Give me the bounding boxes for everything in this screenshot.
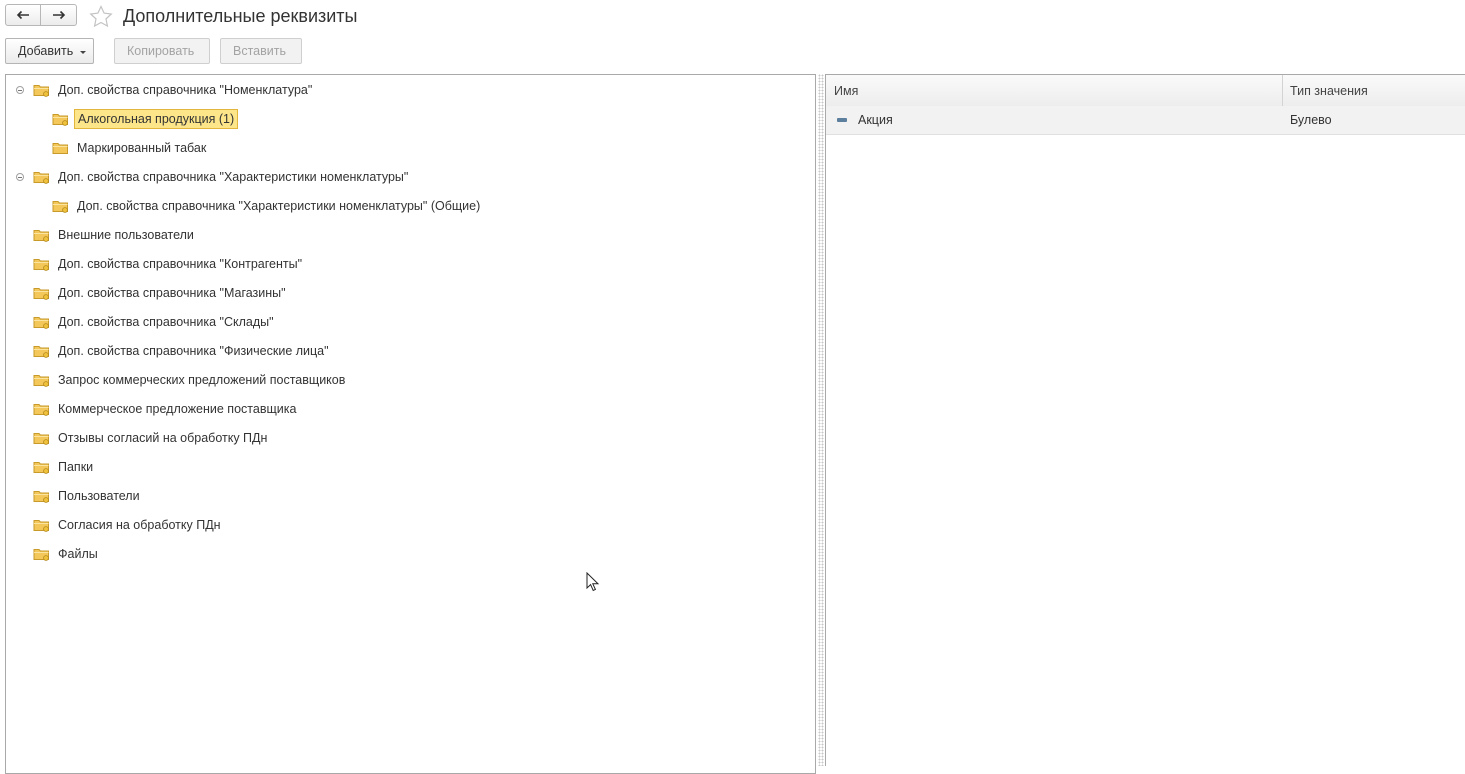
folder-icon <box>33 375 49 387</box>
tree-item[interactable]: Папки <box>33 456 93 478</box>
tree-item-label: Пользователи <box>58 489 140 503</box>
page-title: Дополнительные реквизиты <box>123 6 358 26</box>
tree-item-label: Запрос коммерческих предложений поставщи… <box>58 373 346 387</box>
copy-button-label: Копировать <box>127 44 195 58</box>
folder-icon <box>33 230 49 242</box>
arrow-left-icon <box>16 10 29 20</box>
tree-item-label: Доп. свойства справочника "Номенклатура" <box>58 83 313 97</box>
panel-splitter[interactable] <box>818 74 824 766</box>
tree-item-label: Маркированный табак <box>77 141 207 155</box>
folder-icon <box>33 549 49 561</box>
tree-item[interactable]: Отзывы согласий на обработку ПДн <box>33 427 267 449</box>
arrow-right-icon <box>52 10 65 20</box>
favorite-star-icon[interactable] <box>89 5 113 27</box>
tree-item[interactable]: Доп. свойства справочника "Номенклатура" <box>16 79 313 101</box>
tree-item[interactable]: Файлы <box>33 543 98 565</box>
navigation-buttons <box>5 4 77 28</box>
property-sets-tree[interactable]: Доп. свойства справочника "Номенклатура"… <box>5 74 816 774</box>
tree-item[interactable]: Доп. свойства справочника "Характеристик… <box>16 166 409 188</box>
folder-icon <box>33 85 49 97</box>
folder-icon <box>52 143 68 154</box>
tree-item[interactable]: Доп. свойства справочника "Физические ли… <box>33 340 329 362</box>
folder-icon <box>33 433 49 445</box>
tree-item-label: Доп. свойства справочника "Характеристик… <box>58 170 409 184</box>
folder-icon <box>33 404 49 416</box>
tree-item-label: Доп. свойства справочника "Физические ли… <box>58 344 329 358</box>
folder-icon <box>52 114 68 126</box>
tree-item[interactable]: Доп. свойства справочника "Магазины" <box>33 282 286 304</box>
tree-item[interactable]: Запрос коммерческих предложений поставщи… <box>33 369 345 391</box>
tree-item[interactable]: Пользователи <box>33 485 140 507</box>
tree-item-label: Папки <box>58 460 94 474</box>
attributes-table[interactable]: Имя Тип значения Акция Булево <box>825 74 1465 766</box>
column-separator[interactable] <box>1282 75 1283 106</box>
folder-icon <box>33 317 49 329</box>
tree-item[interactable]: Согласия на обработку ПДн <box>33 514 221 536</box>
tree-item[interactable]: Доп. свойства справочника "Склады" <box>33 311 274 333</box>
folder-icon <box>33 288 49 300</box>
table-row[interactable]: Акция Булево <box>826 106 1465 135</box>
folder-icon <box>33 462 49 474</box>
column-header-name[interactable]: Имя <box>834 75 858 106</box>
tree-item[interactable]: Алкогольная продукция (1) <box>52 108 239 130</box>
folder-icon <box>33 520 49 532</box>
attribute-icon <box>837 118 847 122</box>
folder-icon <box>33 346 49 358</box>
paste-button[interactable]: Вставить <box>220 38 302 64</box>
tree-item[interactable]: Доп. свойства справочника "Характеристик… <box>52 195 480 217</box>
add-button-label: Добавить <box>18 44 74 58</box>
tree-item[interactable]: Внешние пользователи <box>33 224 194 246</box>
tree-item-label: Внешние пользователи <box>58 228 194 242</box>
table-header: Имя Тип значения <box>826 75 1465 107</box>
tree-item-label: Доп. свойства справочника "Контрагенты" <box>58 257 303 271</box>
dropdown-caret-icon <box>80 50 87 54</box>
tree-item[interactable]: Доп. свойства справочника "Контрагенты" <box>33 253 302 275</box>
tree-item-label: Алкогольная продукция (1) <box>74 109 239 129</box>
tree-item[interactable]: Маркированный табак <box>52 137 206 159</box>
tree-item-label: Согласия на обработку ПДн <box>58 518 221 532</box>
tree-item-label: Доп. свойства справочника "Характеристик… <box>77 199 481 213</box>
add-button[interactable]: Добавить <box>5 38 94 64</box>
tree-item-label: Коммерческое предложение поставщика <box>58 402 297 416</box>
collapse-toggle-icon[interactable] <box>16 173 24 181</box>
folder-icon <box>33 259 49 271</box>
cell-name: Акция <box>858 113 893 127</box>
column-header-value-type[interactable]: Тип значения <box>1290 75 1368 106</box>
collapse-toggle-icon[interactable] <box>16 86 24 94</box>
forward-button[interactable] <box>41 4 77 26</box>
folder-icon <box>33 491 49 503</box>
mouse-cursor-icon <box>586 572 600 592</box>
tree-item-label: Отзывы согласий на обработку ПДн <box>58 431 268 445</box>
cell-value-type: Булево <box>1290 113 1332 127</box>
copy-button[interactable]: Копировать <box>114 38 210 64</box>
back-button[interactable] <box>5 4 41 26</box>
tree-item[interactable]: Коммерческое предложение поставщика <box>33 398 296 420</box>
tree-item-label: Доп. свойства справочника "Склады" <box>58 315 274 329</box>
tree-item-label: Файлы <box>58 547 98 561</box>
folder-icon <box>33 172 49 184</box>
tree-item-label: Доп. свойства справочника "Магазины" <box>58 286 286 300</box>
paste-button-label: Вставить <box>233 44 286 58</box>
folder-icon <box>52 201 68 213</box>
